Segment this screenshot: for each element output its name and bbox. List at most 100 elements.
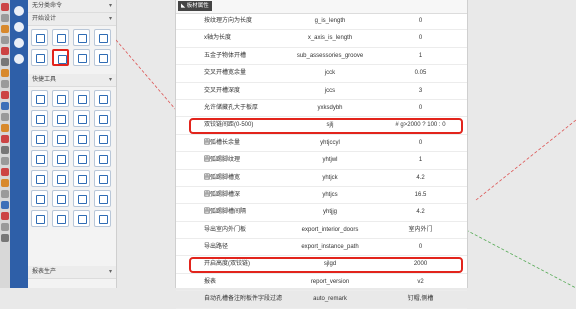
property-value[interactable]: 室内外门 (374, 222, 467, 238)
tool-icon[interactable] (1, 201, 9, 209)
tool-icon[interactable] (1, 47, 9, 55)
section-header-tools[interactable]: 快捷工具 ▾ (28, 74, 116, 87)
table-row[interactable]: 圆弧踢脚槽深 yhtjcs 16.5 (176, 187, 467, 205)
tool-icon[interactable] (1, 14, 9, 22)
tool-icon[interactable] (73, 90, 90, 107)
property-value[interactable]: 0 (374, 13, 467, 29)
gear-icon[interactable] (31, 29, 48, 46)
property-value[interactable]: 钉帽,侧槽 (374, 291, 467, 307)
tool-icon[interactable] (31, 130, 48, 147)
tool-icon[interactable] (52, 90, 69, 107)
tool-icon[interactable] (31, 110, 48, 127)
property-value[interactable]: 16.5 (374, 187, 467, 203)
table-row[interactable]: 圆弧槽长余量 yhtjccyl 0 (176, 135, 467, 153)
tool-icon[interactable] (31, 150, 48, 167)
tool-icon[interactable] (1, 168, 9, 176)
tool-icon[interactable] (1, 91, 9, 99)
tool-icon[interactable] (52, 170, 69, 187)
tool-icon[interactable] (73, 150, 90, 167)
grid-icon[interactable] (73, 49, 90, 66)
tool-icon[interactable] (1, 36, 9, 44)
tool-icon[interactable] (1, 124, 9, 132)
table-row[interactable]: 开启高度(双铰链) sjlgd 2000 (176, 256, 467, 274)
tool-icon[interactable] (1, 102, 9, 110)
section-header-report[interactable]: 报表生产 ▾ (28, 266, 116, 279)
settings-icon[interactable] (14, 54, 24, 64)
table-row[interactable]: 允许储藏孔大于板厚 yxksdybh 0 (176, 100, 467, 118)
table-row[interactable]: 自动孔槽备注附板件字段过滤 auto_remark 钉帽,侧槽 (176, 291, 467, 309)
tool-icon[interactable] (94, 90, 111, 107)
property-value[interactable]: 0 (374, 239, 467, 255)
tool-icon[interactable] (31, 190, 48, 207)
property-value[interactable]: 3 (374, 83, 467, 99)
table-row[interactable]: x轴为长度 x_axis_is_length 0 (176, 30, 467, 48)
tool-icon[interactable] (73, 130, 90, 147)
table-row[interactable]: 圆弧踢脚槽间隔 yhtjjg 4.2 (176, 204, 467, 222)
tool-icon[interactable] (1, 3, 9, 11)
property-value[interactable]: 1 (374, 48, 467, 64)
tool-icon[interactable] (1, 234, 9, 242)
section-header-uncategorized[interactable]: 无分类命令 ▾ (28, 0, 116, 13)
door-icon[interactable] (94, 29, 111, 46)
table-row[interactable]: 圆弧踢脚槽宽 yhtjck 4.2 (176, 170, 467, 187)
tool-icon[interactable] (94, 130, 111, 147)
cube-icon[interactable] (14, 22, 24, 32)
property-value[interactable]: 0 (374, 100, 467, 116)
tool-icon[interactable] (1, 25, 9, 33)
chevron-down-icon[interactable]: ▾ (109, 13, 112, 25)
tool-icon[interactable] (52, 210, 69, 227)
tool-icon[interactable] (52, 150, 69, 167)
tool-icon[interactable] (1, 223, 9, 231)
box-icon[interactable] (14, 38, 24, 48)
tool-icon[interactable] (73, 110, 90, 127)
tool-icon[interactable] (73, 190, 90, 207)
chevron-down-icon[interactable]: ▾ (109, 0, 112, 12)
table-row[interactable]: 双铰链间距(0-500) sjlj # g>2000 ? 100 : 0 (176, 117, 467, 135)
property-value[interactable]: 0 (374, 135, 467, 151)
tool-icon[interactable] (1, 58, 9, 66)
property-value[interactable]: 0.05 (374, 65, 467, 81)
table-row[interactable]: 导出室内外门板 export_interior_doors 室内外门 (176, 222, 467, 240)
tool-icon[interactable] (1, 179, 9, 187)
table-row[interactable]: 导出路径 export_instance_path 0 (176, 239, 467, 257)
table-row[interactable]: 交叉开槽深度 jccs 3 (176, 83, 467, 100)
tool-icon[interactable] (94, 170, 111, 187)
tool-icon[interactable] (1, 157, 9, 165)
tool-icon[interactable] (1, 113, 9, 121)
tool-icon[interactable] (31, 90, 48, 107)
table-row[interactable]: 五金子物体开槽 sub_assessories_groove 1 (176, 48, 467, 66)
tool-icon[interactable] (31, 210, 48, 227)
tool-icon[interactable] (94, 150, 111, 167)
tool-icon[interactable] (1, 212, 9, 220)
board-properties-icon[interactable] (52, 49, 69, 66)
copy-icon[interactable] (31, 49, 48, 66)
tool-icon[interactable] (52, 130, 69, 147)
cube-icon[interactable] (14, 6, 24, 16)
tool-icon[interactable] (52, 190, 69, 207)
tool-icon[interactable] (94, 110, 111, 127)
property-value[interactable]: 4.2 (374, 204, 467, 220)
tool-icon[interactable] (73, 210, 90, 227)
tool-icon[interactable] (94, 190, 111, 207)
chevron-down-icon[interactable]: ▾ (109, 74, 112, 86)
cabinet-icon[interactable] (52, 29, 69, 46)
chevron-down-icon[interactable]: ▾ (109, 266, 112, 278)
list-icon[interactable] (94, 49, 111, 66)
tool-icon[interactable] (94, 210, 111, 227)
property-value[interactable]: 0 (374, 30, 467, 46)
tool-icon[interactable] (1, 190, 9, 198)
tool-icon[interactable] (1, 146, 9, 154)
table-row[interactable]: 交叉开槽宽余量 jcck 0.05 (176, 65, 467, 83)
tool-icon[interactable] (1, 135, 9, 143)
section-header-design[interactable]: 开始设计 ▾ (28, 13, 116, 26)
tool-icon[interactable] (73, 170, 90, 187)
table-row[interactable]: 按纹理方向为长度 g_is_length 0 (176, 13, 467, 31)
tool-icon[interactable] (52, 110, 69, 127)
tool-icon[interactable] (31, 170, 48, 187)
tool-icon[interactable] (1, 69, 9, 77)
table-row[interactable]: 报表 report_version v2 (176, 274, 467, 292)
tool-icon[interactable] (1, 80, 9, 88)
dialog-titlebar[interactable]: ◣ 板材属性 (176, 0, 467, 14)
table-row[interactable]: 圆弧踢脚纹理 yhtjwl 1 (176, 152, 467, 170)
property-value[interactable]: 1 (374, 152, 467, 168)
